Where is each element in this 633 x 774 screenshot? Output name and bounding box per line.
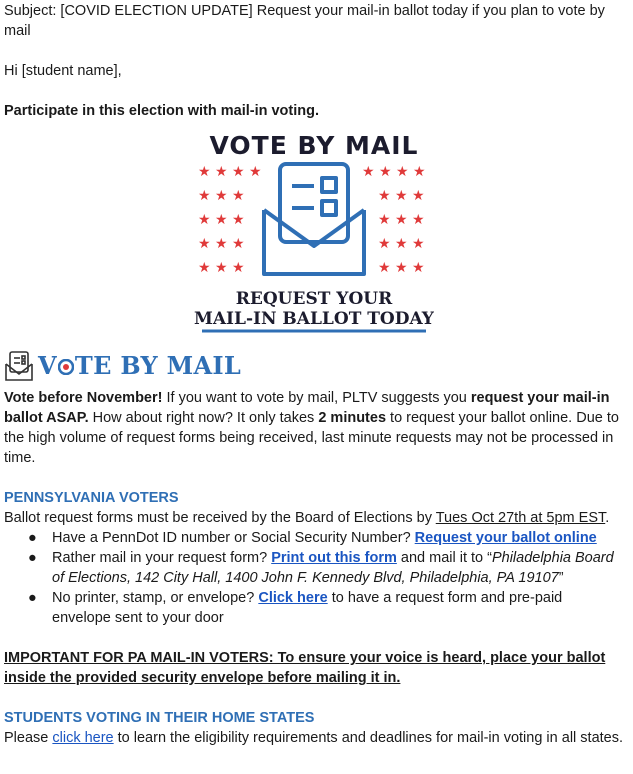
bullet-2-text: Rather mail in your request form?: [52, 550, 272, 566]
bullet-icon: ●: [28, 550, 37, 566]
list-item: ● Have a PennDot ID number or Social Sec…: [0, 528, 624, 548]
bullet-1-text: Have a PennDot ID number or Social Secur…: [52, 530, 415, 546]
home-post: to learn the eligibility requirements an…: [113, 730, 624, 746]
svg-text:★ ★ ★: ★ ★ ★: [378, 212, 425, 228]
home-states-paragraph: Please click here to learn the eligibili…: [4, 728, 628, 748]
p1-text-1: If you want to vote by mail, PLTV sugges…: [162, 390, 471, 406]
svg-text:★ ★ ★: ★ ★ ★: [198, 236, 245, 252]
bullet-2-end: ”: [558, 570, 564, 586]
bullet-icon: ●: [28, 590, 37, 606]
pa-deadline-line: Ballot request forms must be received by…: [4, 508, 628, 528]
logo-rest: TE BY MAIL: [74, 351, 242, 380]
p1-bold-3: 2 minutes: [318, 410, 387, 426]
hero-line2: MAIL-IN BALLOT TODAY: [194, 309, 434, 329]
stars-left-icon: ★ ★ ★ ★ ★ ★ ★ ★ ★ ★ ★ ★ ★ ★ ★ ★: [198, 164, 262, 276]
svg-text:★ ★ ★: ★ ★ ★: [198, 188, 245, 204]
pa-bullet-list: ● Have a PennDot ID number or Social Sec…: [0, 528, 624, 628]
list-item: ● Rather mail in your request form? Prin…: [0, 548, 624, 588]
logo-text: V TE BY MAIL: [38, 354, 241, 378]
request-ballot-online-link[interactable]: Request your ballot online: [415, 530, 597, 546]
logo-v: V: [38, 351, 57, 380]
svg-text:★ ★ ★: ★ ★ ★: [378, 260, 425, 276]
p1-bold-1: Vote before November!: [4, 390, 163, 406]
hero-title: VOTE BY MAIL: [210, 131, 419, 160]
bullet-2-post: and mail it to “: [396, 550, 492, 566]
p1-text-2: How about right now? It only takes: [88, 410, 319, 426]
vote-before-november-paragraph: Vote before November! If you want to vot…: [4, 388, 628, 468]
intro-text: Participate in this election with mail-i…: [4, 103, 320, 119]
pa-deadline: Tues Oct 27th at 5pm EST: [435, 510, 606, 526]
home-pre: Please: [4, 730, 53, 746]
email-subject: Subject: [COVID ELECTION UPDATE] Request…: [4, 3, 605, 39]
list-item: ● No printer, stamp, or envelope? Click …: [0, 588, 624, 628]
bullet-3-text: No printer, stamp, or envelope?: [52, 590, 259, 606]
svg-text:★ ★ ★: ★ ★ ★: [378, 188, 425, 204]
stars-right-icon: ★ ★ ★ ★ ★ ★ ★ ★ ★ ★ ★ ★ ★ ★ ★ ★: [362, 164, 426, 276]
envelope-icon: [262, 162, 366, 276]
svg-text:★ ★ ★: ★ ★ ★: [378, 236, 425, 252]
svg-text:★ ★ ★: ★ ★ ★: [198, 212, 245, 228]
svg-text:★ ★ ★: ★ ★ ★: [198, 260, 245, 276]
print-form-link[interactable]: Print out this form: [271, 550, 397, 566]
bullet-icon: ●: [28, 530, 37, 546]
pa-voters-heading: PENNSYLVANIA VOTERS: [4, 490, 179, 506]
vote-by-mail-graphic: VOTE BY MAIL ★ ★ ★ ★ ★ ★ ★ ★ ★ ★ ★ ★ ★ ★…: [194, 128, 435, 334]
mail-ballot-icon: [5, 351, 33, 381]
greeting: Hi [student name],: [4, 63, 122, 79]
important-notice: IMPORTANT FOR PA MAIL-IN VOTERS: To ensu…: [4, 650, 606, 686]
pa-period: .: [605, 510, 610, 526]
svg-text:★ ★ ★ ★: ★ ★ ★ ★: [362, 164, 426, 180]
ballot-envelope-illustration: VOTE BY MAIL ★ ★ ★ ★ ★ ★ ★ ★ ★ ★ ★ ★ ★ ★…: [194, 131, 435, 333]
click-here-envelope-link[interactable]: Click here: [258, 590, 327, 606]
home-states-link[interactable]: click here: [52, 730, 113, 746]
svg-text:★ ★ ★ ★: ★ ★ ★ ★: [198, 164, 262, 180]
logo-o-star-icon: [57, 358, 75, 376]
hero-line1: REQUEST YOUR: [236, 289, 393, 309]
home-states-heading: STUDENTS VOTING IN THEIR HOME STATES: [4, 710, 315, 726]
vote-by-mail-logo: V TE BY MAIL: [4, 349, 241, 383]
pa-line-text: Ballot request forms must be received by…: [4, 510, 436, 526]
